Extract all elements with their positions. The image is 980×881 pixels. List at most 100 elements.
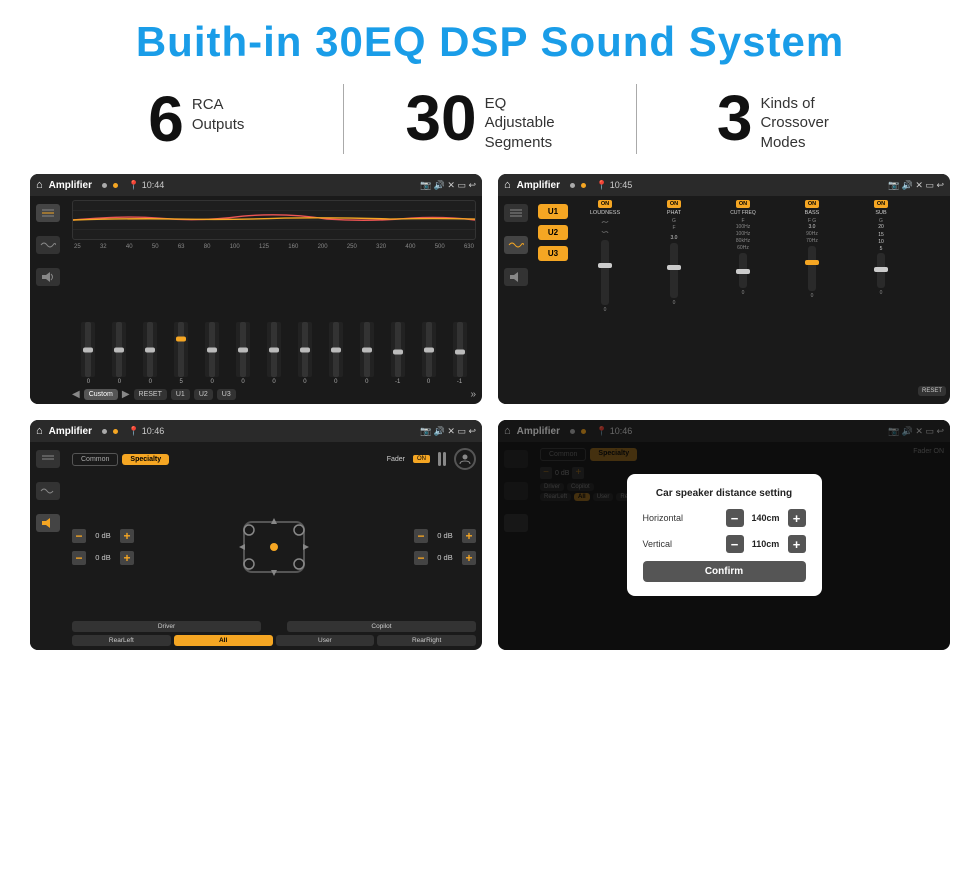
sidebar-wave2-icon[interactable] bbox=[36, 482, 60, 500]
vol-control-br: − 0 dB + bbox=[414, 551, 476, 565]
sidebar-speaker-icon[interactable] bbox=[36, 268, 60, 286]
slider-cutfreq[interactable] bbox=[739, 253, 747, 288]
dialog-minus-vertical[interactable]: − bbox=[726, 535, 744, 553]
slider-sub[interactable] bbox=[877, 253, 885, 288]
ch-phat: ON PHAT G F 3.0 0 bbox=[641, 200, 707, 400]
eq-chevron[interactable]: » bbox=[470, 389, 476, 400]
eq-prev-btn[interactable]: ◀ bbox=[72, 389, 80, 400]
home-icon-2[interactable]: ⌂ bbox=[504, 179, 511, 191]
eq-custom-btn[interactable]: Custom bbox=[84, 389, 118, 400]
eq-u3-btn[interactable]: U3 bbox=[217, 389, 236, 400]
eq-next-btn[interactable]: ▶ bbox=[122, 389, 130, 400]
btn-driver[interactable]: Driver bbox=[72, 621, 261, 632]
dialog-title: Car speaker distance setting bbox=[643, 488, 806, 499]
btn-user[interactable]: User bbox=[276, 635, 375, 646]
dialog-row-horizontal: Horizontal − 140cm + bbox=[643, 509, 806, 527]
fader-on-badge: ON bbox=[413, 455, 430, 463]
fader-slider-h1[interactable] bbox=[438, 452, 441, 466]
ch-on-cutfreq: ON bbox=[736, 200, 750, 208]
vol-left: − 0 dB + − 0 dB + bbox=[72, 476, 134, 617]
topbar-icons-eq: 📷 🔊 ✕ ▭ ↩ bbox=[420, 180, 476, 191]
fader-tabs: Common Specialty Fader ON bbox=[72, 448, 476, 470]
eq-u2-btn[interactable]: U2 bbox=[194, 389, 213, 400]
vol-control-bl: − 0 dB + bbox=[72, 551, 134, 565]
fader-slider-h2[interactable] bbox=[443, 452, 446, 466]
dialog-horizontal-value: 140cm bbox=[748, 513, 784, 523]
topbar-icons-fader: 📷 🔊 ✕ ▭ ↩ bbox=[420, 426, 476, 437]
home-icon-3[interactable]: ⌂ bbox=[36, 425, 43, 437]
screen-dialog: ⌂ Amplifier 📍 10:46 📷 🔊 ✕ ▭ ↩ Common Spe… bbox=[498, 420, 950, 650]
dialog-minus-horizontal[interactable]: − bbox=[726, 509, 744, 527]
sidebar-vol-icon[interactable] bbox=[504, 268, 528, 286]
sidebar-eq-icon[interactable] bbox=[36, 204, 60, 222]
u3-button[interactable]: U3 bbox=[538, 246, 568, 261]
u2-button[interactable]: U2 bbox=[538, 225, 568, 240]
dialog-row-vertical: Vertical − 110cm + bbox=[643, 535, 806, 553]
screenshots-grid: ⌂ Amplifier 📍 10:44 📷 🔊 ✕ ▭ ↩ bbox=[0, 166, 980, 666]
profile-icon[interactable] bbox=[454, 448, 476, 470]
eq-freq-labels: 25 32 40 50 63 80 100 125 160 200 250 32… bbox=[72, 244, 476, 250]
sidebar-eq2-icon[interactable] bbox=[504, 204, 528, 222]
sidebar-cross-icon[interactable] bbox=[504, 236, 528, 254]
fader-main: Common Specialty Fader ON bbox=[66, 442, 482, 650]
fader-label: Fader bbox=[387, 456, 405, 463]
plus-bl[interactable]: + bbox=[120, 551, 134, 565]
btn-rearleft[interactable]: RearLeft bbox=[72, 635, 171, 646]
topbar-time-fader: 📍 10:46 bbox=[128, 426, 164, 437]
stat-text-eq: EQ AdjustableSegments bbox=[485, 86, 575, 153]
dialog-plus-horizontal[interactable]: + bbox=[788, 509, 806, 527]
plus-br[interactable]: + bbox=[462, 551, 476, 565]
eq-u1-btn[interactable]: U1 bbox=[171, 389, 190, 400]
topbar-title-eq: Amplifier bbox=[49, 180, 92, 191]
confirm-button[interactable]: Confirm bbox=[643, 561, 806, 582]
dialog-vertical-label: Vertical bbox=[643, 539, 722, 549]
btn-all[interactable]: All bbox=[174, 635, 273, 646]
eq-reset-btn[interactable]: RESET bbox=[134, 389, 167, 400]
u1-button[interactable]: U1 bbox=[538, 204, 568, 219]
sidebar-crossover bbox=[498, 196, 534, 404]
slider-phat[interactable] bbox=[670, 243, 678, 298]
btn-rearright[interactable]: RearRight bbox=[377, 635, 476, 646]
crossover-reset-btn[interactable]: RESET bbox=[918, 386, 946, 396]
btn-copilot[interactable]: Copilot bbox=[287, 621, 476, 632]
ch-bass: ON BASS F G 3.0 90Hz 70Hz 0 bbox=[779, 200, 845, 400]
minus-tr[interactable]: − bbox=[414, 529, 428, 543]
minus-tl[interactable]: − bbox=[72, 529, 86, 543]
plus-tl[interactable]: + bbox=[120, 529, 134, 543]
ch-label-cutfreq: CUT FREQ bbox=[730, 210, 755, 216]
page-header: Buith-in 30EQ DSP Sound System bbox=[0, 0, 980, 76]
vol-val-tr: 0 dB bbox=[431, 531, 459, 540]
stat-number-eq: 30 bbox=[405, 86, 476, 150]
eq-sliders: 0 0 0 bbox=[72, 252, 476, 385]
tab-specialty[interactable]: Specialty bbox=[122, 454, 169, 465]
topbar-icons-crossover: 📷 🔊 ✕ ▭ ↩ bbox=[888, 180, 944, 191]
ch-label-sub: SUB bbox=[875, 210, 886, 216]
stat-divider-2 bbox=[636, 84, 637, 154]
eq-bottom-bar: ◀ Custom ▶ RESET U1 U2 U3 » bbox=[72, 389, 476, 400]
tab-common[interactable]: Common bbox=[72, 453, 118, 466]
eq-slider-0[interactable]: 0 bbox=[74, 322, 103, 385]
sidebar-eq3-icon[interactable] bbox=[36, 450, 60, 468]
dialog-plus-vertical[interactable]: + bbox=[788, 535, 806, 553]
vol-right: − 0 dB + − 0 dB + bbox=[414, 476, 476, 617]
plus-tr[interactable]: + bbox=[462, 529, 476, 543]
minus-bl[interactable]: − bbox=[72, 551, 86, 565]
sidebar-wave-icon[interactable] bbox=[36, 236, 60, 254]
screen-eq: ⌂ Amplifier 📍 10:44 📷 🔊 ✕ ▭ ↩ bbox=[30, 174, 482, 404]
slider-bass[interactable] bbox=[808, 246, 816, 291]
page-title: Buith-in 30EQ DSP Sound System bbox=[20, 18, 960, 66]
home-icon[interactable]: ⌂ bbox=[36, 179, 43, 191]
sidebar-speaker2-icon[interactable] bbox=[36, 514, 60, 532]
eq-graph bbox=[72, 200, 476, 240]
status-dot-5 bbox=[102, 429, 107, 434]
status-dot-3 bbox=[570, 183, 575, 188]
vol-val-tl: 0 dB bbox=[89, 531, 117, 540]
ch-label-loudness: LOUDNESS bbox=[590, 210, 620, 216]
topbar-fader: ⌂ Amplifier 📍 10:46 📷 🔊 ✕ ▭ ↩ bbox=[30, 420, 482, 442]
minus-br[interactable]: − bbox=[414, 551, 428, 565]
ch-label-bass: BASS bbox=[805, 210, 820, 216]
ch-sub: ON SUB G 20 15 10 5 0 bbox=[848, 200, 914, 400]
vol-control-tr: − 0 dB + bbox=[414, 529, 476, 543]
stat-rca: 6 RCAOutputs bbox=[60, 87, 333, 151]
slider-loudness[interactable] bbox=[601, 240, 609, 305]
